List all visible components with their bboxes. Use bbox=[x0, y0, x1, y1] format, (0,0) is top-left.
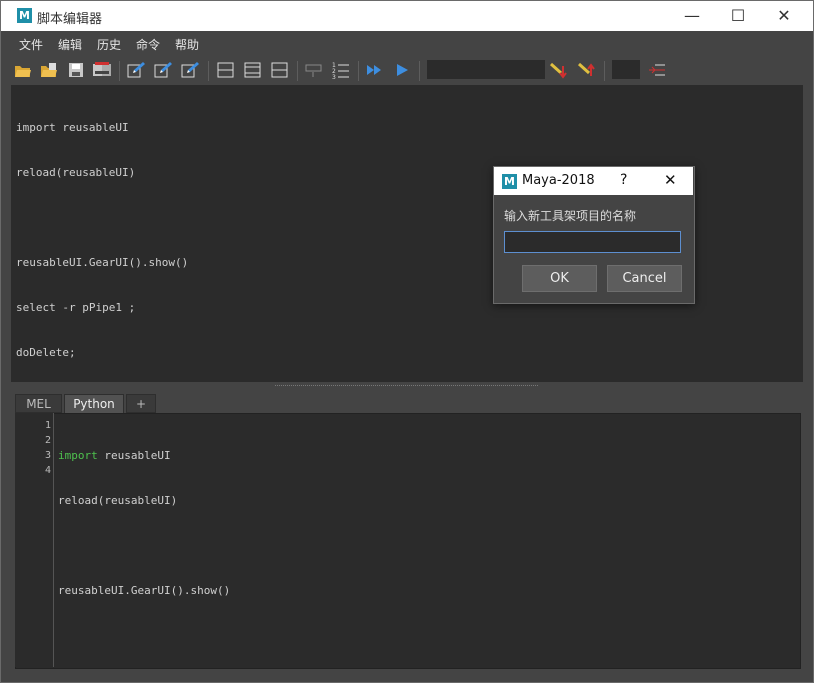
help-icon[interactable]: ? bbox=[620, 172, 627, 188]
toolbar: 123 bbox=[11, 56, 803, 84]
toolbar-separator bbox=[604, 61, 605, 81]
line-number: 4 bbox=[44, 465, 51, 476]
layout-input-only-icon[interactable] bbox=[243, 60, 263, 80]
search-field[interactable] bbox=[427, 60, 545, 79]
toolbar-separator bbox=[208, 61, 209, 81]
shelf-item-name-input[interactable] bbox=[504, 231, 681, 253]
history-line: select -r pPipe1 ; bbox=[16, 301, 136, 314]
maximize-button[interactable]: ☐ bbox=[715, 1, 761, 31]
dialog-title-bar[interactable]: M Maya-2018 ? ✕ bbox=[494, 167, 693, 195]
goto-line-icon[interactable] bbox=[647, 60, 667, 80]
svg-text:3: 3 bbox=[332, 74, 336, 79]
minimize-button[interactable]: — bbox=[669, 1, 715, 31]
code-line: reload(reusableUI) bbox=[58, 494, 178, 507]
line-number: 1 bbox=[44, 420, 51, 431]
save-icon[interactable] bbox=[66, 60, 86, 80]
dialog-close-button[interactable]: ✕ bbox=[664, 171, 677, 189]
menu-command[interactable]: 命令 bbox=[136, 36, 160, 53]
history-line bbox=[16, 210, 188, 225]
tab-add[interactable]: + bbox=[126, 394, 156, 413]
history-line: doDelete; bbox=[16, 346, 76, 359]
menu-help[interactable]: 帮助 bbox=[175, 36, 199, 53]
maya-logo-icon: M bbox=[502, 174, 517, 189]
cancel-button[interactable]: Cancel bbox=[607, 265, 682, 292]
close-button[interactable]: ✕ bbox=[761, 1, 807, 31]
history-output: import reusableUI reload(reusableUI) reu… bbox=[16, 90, 188, 390]
execute-icon[interactable] bbox=[392, 60, 412, 80]
search-up-icon[interactable] bbox=[577, 60, 597, 80]
tab-python[interactable]: Python bbox=[64, 394, 124, 413]
code-line: reusableUI.GearUI().show() bbox=[58, 584, 231, 597]
pane-splitter[interactable] bbox=[11, 382, 803, 392]
dialog-prompt: 输入新工具架项目的名称 bbox=[504, 209, 637, 223]
line-numbers: 1 2 3 4 bbox=[15, 418, 51, 478]
toolbar-separator bbox=[119, 61, 120, 81]
clear-input-icon[interactable] bbox=[153, 60, 173, 80]
search-down-icon[interactable] bbox=[549, 60, 569, 80]
history-line: reload(reusableUI) bbox=[16, 166, 136, 179]
title-bar[interactable]: M 脚本编辑器 — ☐ ✕ bbox=[1, 1, 813, 31]
toolbar-separator bbox=[297, 61, 298, 81]
open-folder-icon[interactable] bbox=[13, 60, 33, 80]
save-to-shelf-icon[interactable] bbox=[92, 60, 112, 80]
menu-edit[interactable]: 编辑 bbox=[58, 36, 82, 53]
source-script-icon[interactable] bbox=[39, 60, 59, 80]
execute-all-icon[interactable] bbox=[365, 60, 385, 80]
line-number: 2 bbox=[44, 435, 51, 446]
layout-split-icon[interactable] bbox=[270, 60, 290, 80]
keyword-import: import bbox=[58, 449, 98, 462]
dialog-title: Maya-2018 bbox=[522, 173, 595, 188]
line-number-gutter: 1 2 3 4 bbox=[15, 413, 54, 667]
menu-history[interactable]: 历史 bbox=[97, 36, 121, 53]
window-title: 脚本编辑器 bbox=[37, 12, 103, 27]
history-line: import reusableUI bbox=[16, 121, 129, 134]
line-number: 3 bbox=[44, 450, 51, 461]
code-line: import reusableUI bbox=[58, 449, 171, 462]
tab-mel[interactable]: MEL bbox=[15, 394, 62, 413]
history-line: reusableUI.GearUI().show() bbox=[16, 256, 189, 269]
echo-commands-icon[interactable] bbox=[304, 60, 324, 80]
goto-line-field[interactable] bbox=[612, 60, 640, 79]
toolbar-separator bbox=[419, 61, 420, 81]
maya-logo-icon: M bbox=[17, 8, 32, 23]
ok-button[interactable]: OK bbox=[522, 265, 597, 292]
language-tabs: MEL Python + bbox=[11, 392, 803, 413]
menu-file[interactable]: 文件 bbox=[19, 36, 43, 53]
script-code[interactable]: import reusableUI reload(reusableUI) reu… bbox=[58, 418, 230, 613]
menu-bar: 文件 编辑 历史 命令 帮助 bbox=[11, 33, 803, 55]
clear-all-icon[interactable] bbox=[180, 60, 200, 80]
layout-history-only-icon[interactable] bbox=[216, 60, 236, 80]
clear-history-icon[interactable] bbox=[126, 60, 146, 80]
splitter-grip bbox=[275, 385, 538, 388]
line-numbers-icon[interactable]: 123 bbox=[331, 60, 351, 80]
toolbar-separator bbox=[358, 61, 359, 81]
